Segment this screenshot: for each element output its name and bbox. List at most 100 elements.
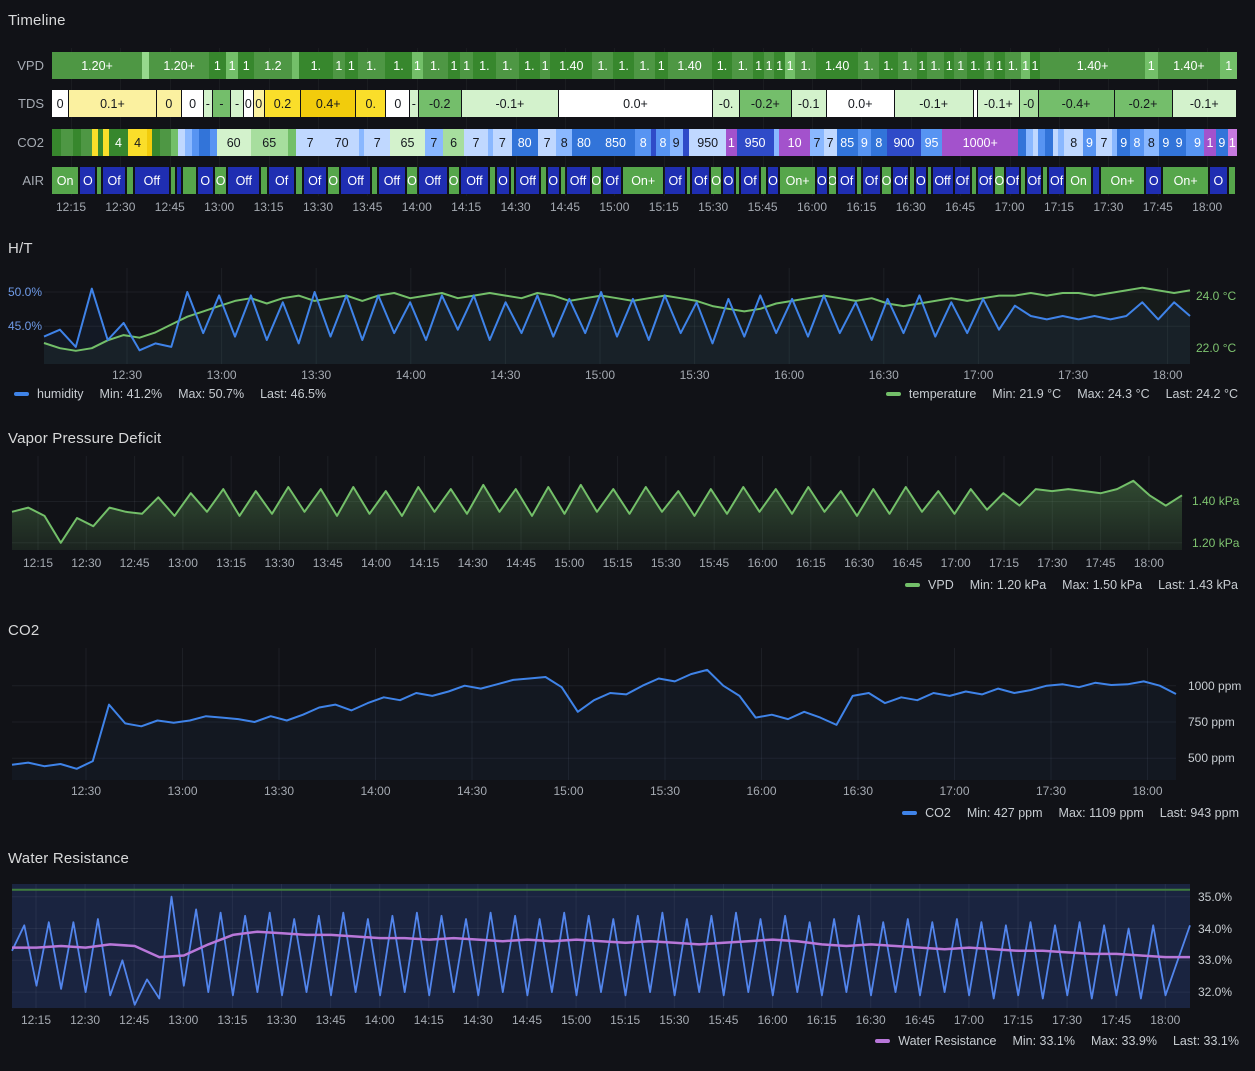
state-segment: 0. — [356, 90, 385, 117]
y-tick-label: 34.0% — [1198, 922, 1232, 936]
x-tick-label: 12:15 — [21, 1013, 51, 1027]
state-segment: 1. — [592, 52, 613, 79]
x-tick-label: 14:00 — [396, 368, 426, 382]
state-segment: - — [204, 90, 211, 117]
x-tick-label: 15:30 — [650, 784, 680, 798]
state-segment: -0.1+ — [895, 90, 973, 117]
state-segment: 1. — [712, 52, 733, 79]
state-segment: - — [231, 90, 242, 117]
state-segment: 7 — [538, 129, 556, 156]
state-segment: 6 — [443, 129, 464, 156]
state-segment: On+ — [623, 167, 663, 194]
y-tick-label: 24.0 °C — [1196, 289, 1236, 303]
state-segment: 1 — [540, 52, 550, 79]
state-segment — [761, 167, 766, 194]
state-segment: Off — [228, 167, 259, 194]
x-tick-label: 12:45 — [155, 200, 185, 214]
state-segment: 1. — [898, 52, 917, 79]
state-segment — [192, 129, 200, 156]
state-segment — [160, 129, 171, 156]
state-segment: - — [213, 90, 231, 117]
x-tick-label: 13:45 — [352, 200, 382, 214]
state-segment: 1. — [732, 52, 753, 79]
panel-title-timeline[interactable]: Timeline — [8, 12, 66, 29]
state-segment: 1 — [1030, 52, 1040, 79]
state-segment: 1.20+ — [52, 52, 142, 79]
state-segment: 0 — [52, 90, 68, 117]
legend-series-name[interactable]: VPD — [928, 578, 954, 592]
panel-title-ht[interactable]: H/T — [8, 240, 33, 257]
state-segment: 9 — [1083, 129, 1096, 156]
x-tick-label: 16:45 — [905, 1013, 935, 1027]
state-segment: O — [407, 167, 417, 194]
state-segment: 10 — [779, 129, 811, 156]
x-tick-label: 15:15 — [610, 1013, 640, 1027]
legend-series-name[interactable]: humidity — [37, 387, 84, 401]
panel-title-co2[interactable]: CO2 — [8, 622, 39, 639]
state-segment: 1 — [764, 52, 774, 79]
x-tick-label: 17:30 — [1052, 1013, 1082, 1027]
x-tick-label: 12:45 — [120, 556, 150, 570]
timeline-row-air[interactable]: OnOOfOffOOOffOfOfOOffOffOOffOOffOOffOOff… — [52, 167, 1237, 194]
state-segment: O — [817, 167, 826, 194]
x-tick-label: 15:00 — [599, 200, 629, 214]
timeline-row-tds[interactable]: 00.1+00---000.20.4+0.0--0.2-0.1+0.0+-0.-… — [52, 90, 1237, 117]
state-segment — [541, 167, 546, 194]
panel-title-wr[interactable]: Water Resistance — [8, 850, 129, 867]
state-segment — [972, 167, 976, 194]
legend-stat-max: Max: 1.50 kPa — [1062, 578, 1142, 592]
legend-series-name[interactable]: CO2 — [925, 806, 951, 820]
x-tick-label: 16:15 — [796, 556, 826, 570]
x-tick-label: 15:30 — [698, 200, 728, 214]
state-segment: O — [328, 167, 340, 194]
timeline-row-label-vpd: VPD — [0, 58, 44, 73]
state-segment: 1. — [473, 52, 496, 79]
state-segment: 9 — [1159, 129, 1172, 156]
legend-series-name[interactable]: Water Resistance — [898, 1034, 996, 1048]
state-segment: 1.40 — [550, 52, 592, 79]
ht-plot[interactable] — [0, 268, 1255, 364]
state-segment: -0.1+ — [978, 90, 1019, 117]
co2-plot[interactable] — [0, 648, 1255, 780]
state-segment: 1.2 — [254, 52, 292, 79]
x-tick-label: 16:30 — [856, 1013, 886, 1027]
timeline-row-co2[interactable]: 4460657707657677807880850889950195010778… — [52, 129, 1237, 156]
x-tick-label: 15:30 — [651, 556, 681, 570]
legend-stat-min: Min: 1.20 kPa — [970, 578, 1046, 592]
x-tick-label: 16:00 — [746, 784, 776, 798]
ht-legend-temperature: temperatureMin: 21.9 °CMax: 24.3 °CLast:… — [886, 387, 1238, 401]
state-segment: Of — [1006, 167, 1020, 194]
state-segment: O — [711, 167, 721, 194]
panel-title-vpd[interactable]: Vapor Pressure Deficit — [8, 430, 161, 447]
timeline-row-vpd[interactable]: 1.20+1.20+1111.21.111.1.11.111.1.1.11.40… — [52, 52, 1237, 79]
state-segment: 1 — [785, 52, 795, 79]
x-tick-label: 17:00 — [995, 200, 1025, 214]
x-tick-label: 15:15 — [649, 200, 679, 214]
state-segment — [142, 52, 149, 79]
state-segment: 7 — [493, 129, 511, 156]
wr-plot[interactable] — [0, 884, 1255, 1008]
y-tick-label: 750 ppm — [1188, 715, 1235, 729]
y-tick-label: 500 ppm — [1188, 751, 1235, 765]
state-segment: Of — [955, 167, 970, 194]
state-segment — [1229, 167, 1235, 194]
x-tick-label: 16:45 — [892, 556, 922, 570]
state-segment: 7 — [810, 129, 823, 156]
state-segment: 1 — [753, 52, 763, 79]
state-segment: 7 — [364, 129, 390, 156]
x-tick-label: 17:15 — [1044, 200, 1074, 214]
x-tick-label: 17:30 — [1037, 556, 1067, 570]
x-tick-label: 17:30 — [1036, 784, 1066, 798]
vpd-plot[interactable] — [0, 456, 1255, 550]
state-segment — [171, 167, 176, 194]
x-tick-label: 15:45 — [748, 200, 778, 214]
x-tick-label: 17:45 — [1143, 200, 1173, 214]
state-segment: 0 — [244, 90, 253, 117]
legend-series-name[interactable]: temperature — [909, 387, 976, 401]
state-segment: Of — [269, 167, 294, 194]
state-segment: 7 — [1096, 129, 1112, 156]
state-segment — [183, 167, 195, 194]
state-segment: Off — [341, 167, 370, 194]
x-tick-label: 13:30 — [266, 1013, 296, 1027]
state-segment: 0.0+ — [559, 90, 712, 117]
